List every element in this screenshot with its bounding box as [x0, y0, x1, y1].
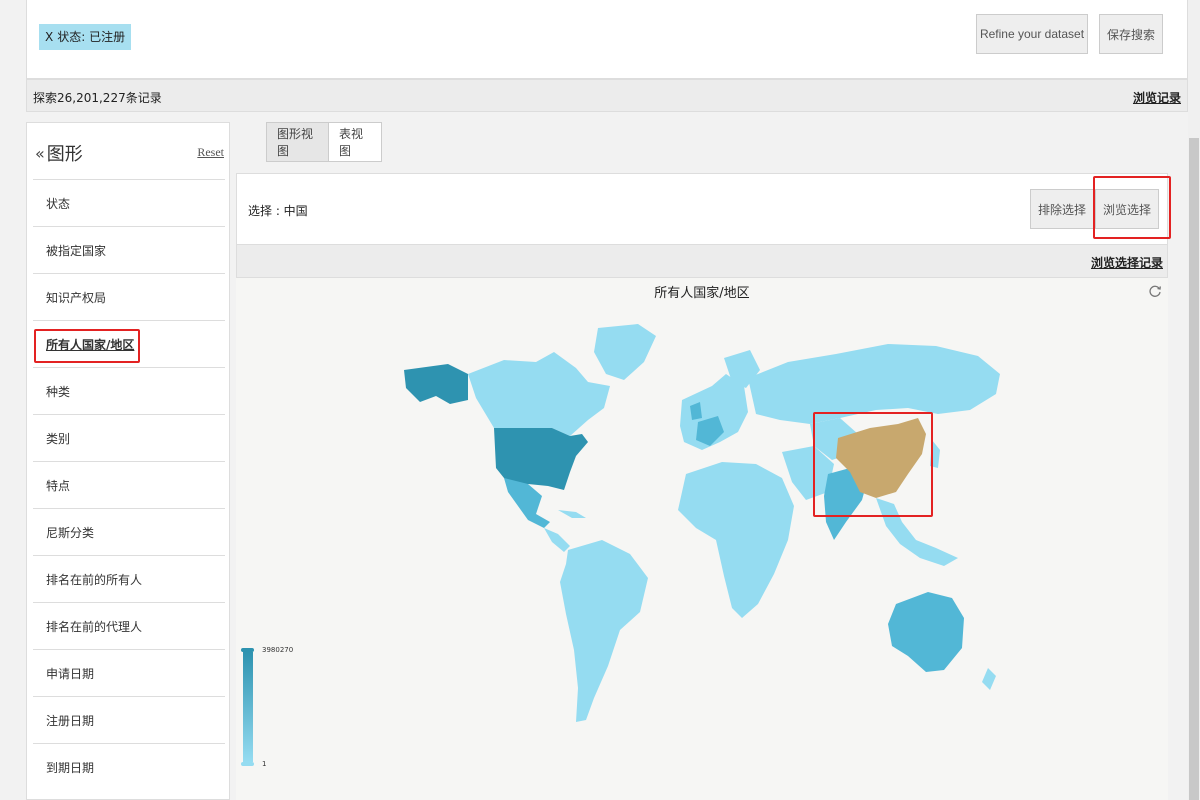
remove-filter-icon[interactable]: X	[45, 24, 53, 50]
country-new-zealand[interactable]	[982, 668, 996, 690]
sidebar-item-label: 被指定国家	[46, 243, 107, 258]
sidebar-item-feature[interactable]: 特点	[33, 461, 225, 508]
sidebar-item-category[interactable]: 类别	[33, 414, 225, 461]
legend-gradient-bar[interactable]	[240, 646, 256, 770]
sidebar-item-designated-country[interactable]: 被指定国家	[33, 226, 225, 273]
save-search-button[interactable]: 保存搜索	[1099, 14, 1163, 54]
country-canada[interactable]	[468, 352, 610, 436]
sidebar-item-registration-date[interactable]: 注册日期	[33, 696, 225, 743]
country-africa[interactable]	[678, 462, 794, 618]
map-panel: 所有人国家/地区 3980270 1	[236, 278, 1168, 800]
browse-selection-history-link[interactable]: 浏览选择记录	[1091, 254, 1163, 271]
sidebar-item-label: 尼斯分类	[46, 525, 95, 540]
sidebar-item-label: 到期日期	[46, 760, 95, 775]
sidebar-item-label: 种类	[46, 384, 71, 399]
country-cuba[interactable]	[558, 510, 586, 518]
country-southeast-asia[interactable]	[876, 498, 958, 566]
sidebar-item-expiry-date[interactable]: 到期日期	[33, 743, 225, 790]
chart-sidebar: « 图形 Reset 状态 被指定国家 知识产权局 所有人国家/地区 种类 类别…	[26, 122, 230, 800]
country-russia[interactable]	[748, 344, 1000, 424]
world-map	[404, 324, 1000, 722]
record-count: 探索26,201,227条记录	[33, 91, 162, 105]
sidebar-item-label: 注册日期	[46, 713, 95, 728]
selection-history-bar: 浏览选择记录	[236, 245, 1168, 278]
exclude-selection-button[interactable]: 排除选择	[1030, 189, 1094, 229]
sidebar-item-label: 类别	[46, 431, 71, 446]
scrollbar-thumb[interactable]	[1189, 138, 1199, 800]
sidebar-item-top-agents[interactable]: 排名在前的代理人	[33, 602, 225, 649]
filter-panel: X 状态: 已注册 Refine your dataset 保存搜索	[26, 0, 1188, 79]
legend-max-label: 3980270	[262, 646, 294, 654]
selection-panel: 选择 : 中国 排除选择 浏览选择	[236, 173, 1168, 245]
results-status-bar: 探索26,201,227条记录 浏览记录	[26, 79, 1188, 112]
browse-selection-button[interactable]: 浏览选择	[1095, 189, 1159, 229]
sidebar-list: 状态 被指定国家 知识产权局 所有人国家/地区 种类 类别 特点 尼斯分类 排名…	[33, 179, 225, 790]
browse-history-link[interactable]: 浏览记录	[1133, 89, 1181, 106]
sidebar-item-label: 所有人国家/地区	[46, 337, 135, 352]
sidebar-header: « 图形 Reset	[27, 123, 229, 179]
sidebar-item-ip-office[interactable]: 知识产权局	[33, 273, 225, 320]
sidebar-item-label: 申请日期	[46, 666, 95, 681]
sidebar-item-nice-class[interactable]: 尼斯分类	[33, 508, 225, 555]
country-south-america[interactable]	[560, 540, 648, 722]
sidebar-item-label: 排名在前的所有人	[46, 572, 143, 587]
tab-table-view[interactable]: 表视图	[329, 122, 382, 162]
sidebar-item-label: 知识产权局	[46, 290, 107, 305]
sidebar-item-label: 排名在前的代理人	[46, 619, 143, 634]
country-greenland[interactable]	[594, 324, 656, 380]
sidebar-item-label: 状态	[46, 196, 71, 211]
sidebar-item-application-date[interactable]: 申请日期	[33, 649, 225, 696]
filter-tag-status[interactable]: X 状态: 已注册	[39, 24, 132, 50]
country-australia[interactable]	[888, 592, 964, 672]
sidebar-title-label: 图形	[46, 144, 83, 165]
collapse-chevron-icon[interactable]: «	[35, 144, 45, 163]
legend-min-label: 1	[262, 760, 267, 768]
reset-link[interactable]: Reset	[197, 145, 224, 160]
sidebar-item-owner-country[interactable]: 所有人国家/地区	[33, 320, 225, 367]
refine-dataset-button[interactable]: Refine your dataset	[976, 14, 1088, 54]
view-tabs: 图形视图 表视图	[266, 122, 382, 162]
sidebar-title[interactable]: « 图形	[35, 140, 83, 166]
country-usa-alaska[interactable]	[404, 364, 468, 404]
country-japan[interactable]	[930, 440, 940, 468]
filter-tag-label: 状态: 已注册	[57, 30, 126, 44]
sidebar-item-top-owners[interactable]: 排名在前的所有人	[33, 555, 225, 602]
sidebar-item-label: 特点	[46, 478, 71, 493]
sidebar-item-type[interactable]: 种类	[33, 367, 225, 414]
sidebar-item-status[interactable]: 状态	[33, 179, 225, 226]
tab-graph-view[interactable]: 图形视图	[266, 122, 329, 162]
country-central-america[interactable]	[544, 528, 570, 552]
selection-label: 选择 : 中国	[248, 204, 308, 218]
